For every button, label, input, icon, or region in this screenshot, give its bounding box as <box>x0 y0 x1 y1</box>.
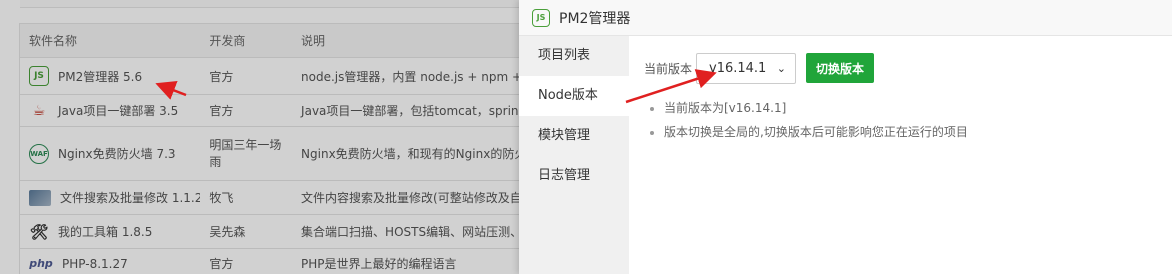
tip-item: 当前版本为[v16.14.1] <box>664 96 1157 120</box>
pm2-manager-dialog: JS PM2管理器 项目列表 Node版本 模块管理 日志管理 当前版本 v16… <box>519 0 1172 274</box>
sidebar-item-projects[interactable]: 项目列表 <box>519 36 629 76</box>
sidebar-item-modules[interactable]: 模块管理 <box>519 116 629 156</box>
version-select[interactable]: v16.14.1 ⌄ <box>696 52 797 84</box>
version-row: 当前版本 v16.14.1 ⌄ 切换版本 <box>644 52 1157 84</box>
dialog-content: 当前版本 v16.14.1 ⌄ 切换版本 当前版本为[v16.14.1] 版本切… <box>629 36 1172 274</box>
dialog-header: JS PM2管理器 <box>519 0 1172 36</box>
selected-version: v16.14.1 <box>709 60 767 76</box>
current-version-label: 当前版本 <box>644 61 693 76</box>
dialog-title: PM2管理器 <box>559 10 631 27</box>
sidebar-item-node-version[interactable]: Node版本 <box>519 76 629 116</box>
tips-list: 当前版本为[v16.14.1] 版本切换是全局的,切换版本后可能影响您正在运行的… <box>644 96 1157 144</box>
nodejs-icon: JS <box>532 8 550 27</box>
dialog-sidebar: 项目列表 Node版本 模块管理 日志管理 <box>519 36 629 274</box>
tip-item: 版本切换是全局的,切换版本后可能影响您正在运行的项目 <box>664 120 1157 144</box>
chevron-down-icon: ⌄ <box>776 61 787 75</box>
sidebar-item-logs[interactable]: 日志管理 <box>519 156 629 196</box>
switch-version-button[interactable]: 切换版本 <box>806 53 875 83</box>
